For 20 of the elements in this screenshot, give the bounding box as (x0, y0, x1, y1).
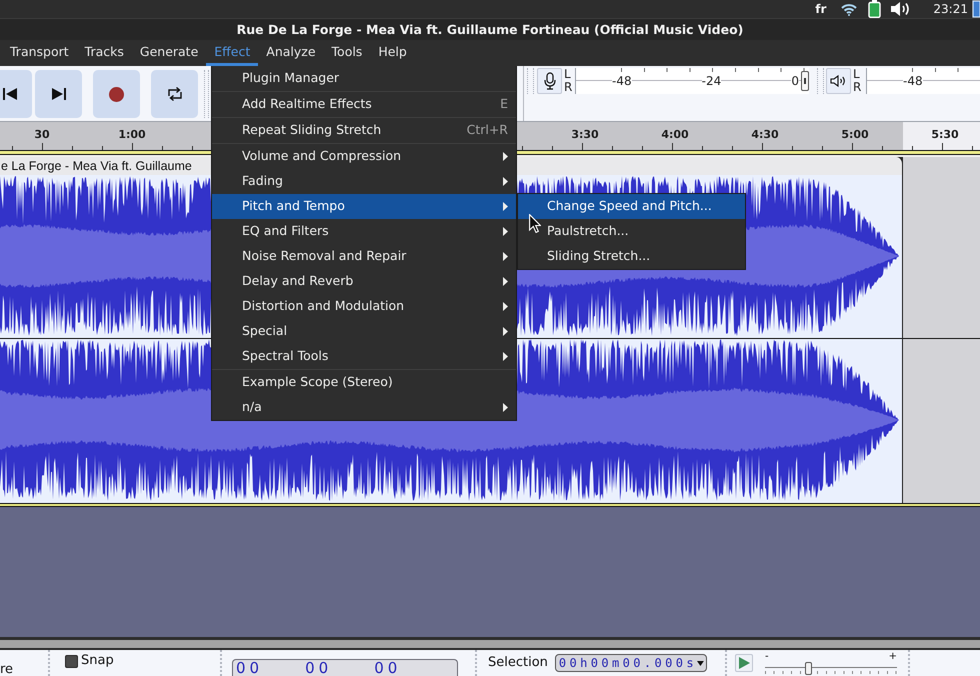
ruler-time-label: 4:30 (751, 128, 779, 143)
meter-scale-label: -48 (903, 74, 923, 88)
ruler-time-label: 4:00 (661, 128, 689, 143)
channel-label: L (564, 68, 572, 81)
channel-label: R (853, 81, 862, 94)
partial-label: re (0, 662, 14, 676)
ruler-time-label: 5:30 (931, 128, 959, 143)
meter-scale-label: 0 (791, 74, 799, 88)
slider-max-label: + (888, 652, 897, 661)
ruler-time-label: 30 (34, 128, 50, 143)
ruler-time-label: 3:30 (571, 128, 599, 143)
ruler-time-label: 1:00 (118, 128, 146, 143)
selection-label: Selection (488, 655, 548, 671)
slider-min-label: - (765, 652, 769, 661)
window-title: Rue De La Forge - Mea Via ft. Guillaume Fortineau (Official Music Video) (0, 18, 980, 40)
meter-scale-label: -24 (702, 74, 722, 88)
ruler-time-label: 5:00 (841, 128, 869, 143)
channel-label: R (564, 81, 574, 94)
channel-label: L (853, 68, 861, 81)
meter-scale-label: -48 (612, 74, 632, 88)
